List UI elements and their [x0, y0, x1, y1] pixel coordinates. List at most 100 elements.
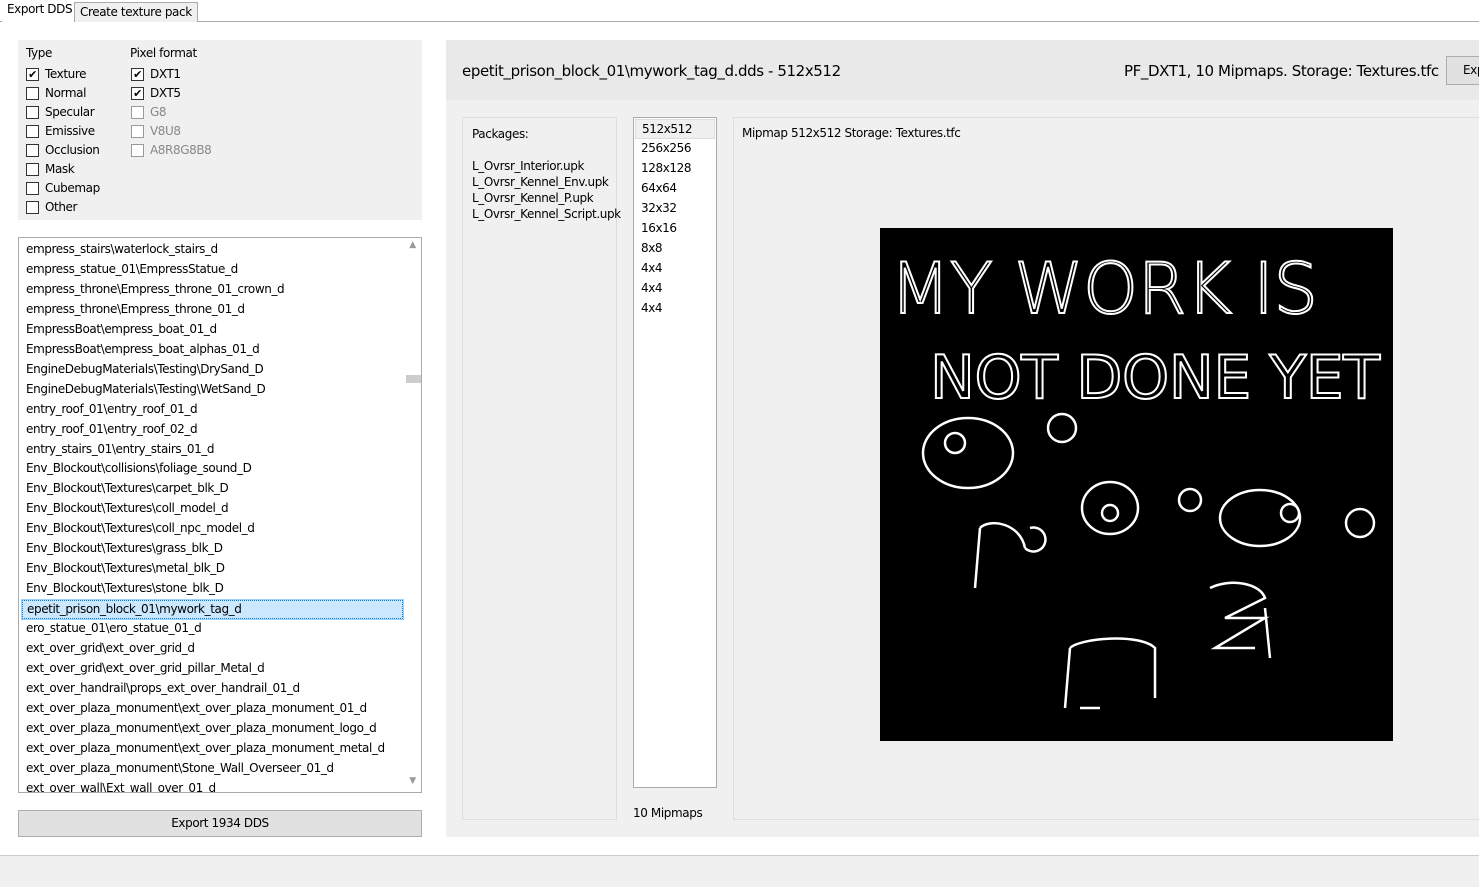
mipmap-list[interactable]: 512x512 256x256 128x128 64x64 32x32 16x16 8x8 4… — [633, 117, 717, 788]
checkbox-icon[interactable]: ✔ — [26, 67, 39, 81]
format-checkbox-a8r8g8b8[interactable]: A8R8G8B8 — [131, 142, 212, 158]
checkbox-icon[interactable]: ✔ — [131, 67, 144, 81]
export-button[interactable]: Export — [1446, 56, 1479, 85]
packages-panel: Packages: L_Ovrsr_Interior.upk L_Ovrsr_Ke… — [462, 117, 621, 820]
list-item[interactable]: ext_over_plaza_monument\ext_over_plaza_m… — [22, 700, 403, 719]
list-item[interactable]: ero_statue_01\ero_statue_01_d — [22, 620, 403, 639]
list-item[interactable]: empress_statue_01\EmpressStatue_d — [22, 261, 403, 280]
svg-text:NOT DONE YET: NOT DONE YET — [930, 343, 1380, 413]
checkbox-label: Other — [45, 200, 78, 214]
checkbox-icon[interactable] — [26, 86, 39, 100]
format-checkbox-g8[interactable]: G8 — [131, 104, 167, 120]
list-item[interactable]: empress_throne\Empress_throne_01_d — [22, 301, 403, 320]
list-item[interactable]: EngineDebugMaterials\Testing\DrySand_D — [22, 361, 403, 380]
list-item[interactable]: ext_over_plaza_monument\ext_over_plaza_m… — [22, 720, 403, 739]
checkbox-label: DXT1 — [150, 67, 181, 81]
pixel-format-label: Pixel format — [130, 46, 197, 60]
checkbox-icon[interactable] — [26, 124, 39, 138]
checkbox-icon[interactable] — [26, 143, 39, 157]
filter-group: Type Pixel format ✔ Texture Normal Specular… — [18, 40, 422, 220]
checkbox-label: Mask — [45, 162, 75, 176]
type-checkbox-texture[interactable]: ✔ Texture — [26, 66, 87, 82]
list-item[interactable]: EmpressBoat\empress_boat_01_d — [22, 321, 403, 340]
format-checkbox-dxt5[interactable]: ✔ DXT5 — [131, 85, 181, 101]
scroll-thumb[interactable] — [406, 375, 421, 383]
package-item: L_Ovrsr_Interior.upk — [472, 159, 585, 173]
scroll-up-icon[interactable]: ▲ — [404, 240, 421, 254]
list-item[interactable]: empress_throne\Empress_throne_01_crown_d — [22, 281, 403, 300]
list-item[interactable]: Env_Blockout\Textures\coll_npc_model_d — [22, 520, 403, 539]
mipmap-count: 10 Mipmaps — [633, 806, 703, 820]
checkbox-icon[interactable]: ✔ — [131, 86, 144, 100]
checkbox-icon[interactable] — [26, 162, 39, 176]
status-bar — [0, 855, 1479, 887]
checkbox-label: Texture — [45, 67, 87, 81]
package-item: L_Ovrsr_Kennel_Env.upk — [472, 175, 609, 189]
checkbox-label: Cubemap — [45, 181, 100, 195]
format-checkbox-dxt1[interactable]: ✔ DXT1 — [131, 66, 181, 82]
type-label: Type — [26, 46, 52, 60]
type-checkbox-cubemap[interactable]: Cubemap — [26, 180, 100, 196]
list-item[interactable]: Env_Blockout\Textures\metal_blk_D — [22, 560, 403, 579]
checkbox-label: Occlusion — [45, 143, 100, 157]
list-item[interactable]: ext_over_handrail\props_ext_over_handrai… — [22, 680, 403, 699]
texture-title: epetit_prison_block_01\mywork_tag_d.dds … — [462, 62, 841, 80]
type-checkbox-other[interactable]: Other — [26, 199, 77, 215]
checkbox-icon[interactable] — [26, 105, 39, 119]
type-checkbox-occlusion[interactable]: Occlusion — [26, 142, 100, 158]
mipmap-item[interactable]: 32x32 — [635, 199, 715, 219]
mipmap-item[interactable]: 16x16 — [635, 219, 715, 239]
checkbox-icon[interactable] — [131, 143, 144, 157]
list-item[interactable]: Env_Blockout\Textures\stone_blk_D — [22, 580, 403, 599]
list-item[interactable]: EngineDebugMaterials\Testing\WetSand_D — [22, 381, 403, 400]
mipmap-item[interactable]: 512x512 — [635, 119, 715, 139]
mipmap-item[interactable]: 64x64 — [635, 179, 715, 199]
list-item[interactable]: epetit_prison_block_01\mywork_tag_d — [21, 599, 404, 621]
scrollbar[interactable]: ▲ ▼ — [404, 238, 421, 792]
list-item[interactable]: entry_stairs_01\entry_stairs_01_d — [22, 441, 403, 460]
mipmap-item[interactable]: 4x4 — [635, 259, 715, 279]
texture-preview-image: MY WORK IS NOT DONE YET — [880, 228, 1393, 741]
list-item[interactable]: Env_Blockout\collisions\foliage_sound_D — [22, 460, 403, 479]
type-checkbox-specular[interactable]: Specular — [26, 104, 95, 120]
svg-text:MY WORK IS: MY WORK IS — [890, 248, 1318, 330]
checkbox-label: DXT5 — [150, 86, 181, 100]
export-all-button[interactable]: Export 1934 DDS — [18, 810, 422, 837]
list-item[interactable]: ext_over_grid\ext_over_grid_d — [22, 640, 403, 659]
type-checkbox-mask[interactable]: Mask — [26, 161, 75, 177]
checkbox-icon[interactable] — [26, 181, 39, 195]
mipmap-item[interactable]: 4x4 — [635, 279, 715, 299]
tab-create-texture-pack[interactable]: Create texture pack — [74, 2, 198, 22]
mipmap-item[interactable]: 4x4 — [635, 299, 715, 319]
list-item[interactable]: ext_over_wall\Ext_wall_over_01_d — [22, 780, 403, 792]
list-item[interactable]: entry_roof_01\entry_roof_02_d — [22, 421, 403, 440]
tab-strip: Export DDS Create texture pack — [0, 0, 1479, 22]
package-item: L_Ovrsr_Kennel_Script.upk — [472, 207, 621, 221]
checkbox-icon[interactable] — [26, 200, 39, 214]
list-item[interactable]: empress_stairs\waterlock_stairs_d — [22, 241, 403, 260]
list-item[interactable]: ext_over_plaza_monument\ext_over_plaza_m… — [22, 740, 403, 759]
type-checkbox-normal[interactable]: Normal — [26, 85, 86, 101]
list-item[interactable]: Env_Blockout\Textures\carpet_blk_D — [22, 480, 403, 499]
checkbox-icon[interactable] — [131, 124, 144, 138]
scroll-down-icon[interactable]: ▼ — [404, 776, 421, 790]
mipmap-item[interactable]: 128x128 — [635, 159, 715, 179]
list-item[interactable]: entry_roof_01\entry_roof_01_d — [22, 401, 403, 420]
checkbox-icon[interactable] — [131, 105, 144, 119]
format-checkbox-v8u8[interactable]: V8U8 — [131, 123, 181, 139]
list-item[interactable]: ext_over_plaza_monument\Stone_Wall_Overs… — [22, 760, 403, 779]
tab-export-dds[interactable]: Export DDS — [2, 0, 78, 22]
list-item[interactable]: EmpressBoat\empress_boat_alphas_01_d — [22, 341, 403, 360]
mipmap-item[interactable]: 256x256 — [635, 139, 715, 159]
checkbox-label: Emissive — [45, 124, 95, 138]
type-checkbox-emissive[interactable]: Emissive — [26, 123, 95, 139]
list-item[interactable]: ext_over_grid\ext_over_grid_pillar_Metal… — [22, 660, 403, 679]
checkbox-label: Normal — [45, 86, 87, 100]
list-item[interactable]: Env_Blockout\Textures\coll_model_d — [22, 500, 403, 519]
mipmap-item[interactable]: 8x8 — [635, 239, 715, 259]
packages-label: Packages: — [472, 127, 529, 141]
list-item[interactable]: Env_Blockout\Textures\grass_blk_D — [22, 540, 403, 559]
checkbox-label: A8R8G8B8 — [150, 143, 212, 157]
preview-label: Mipmap 512x512 Storage: Textures.tfc — [742, 126, 961, 140]
texture-list[interactable]: empress_stairs\waterlock_stairs_d empress… — [18, 237, 422, 793]
